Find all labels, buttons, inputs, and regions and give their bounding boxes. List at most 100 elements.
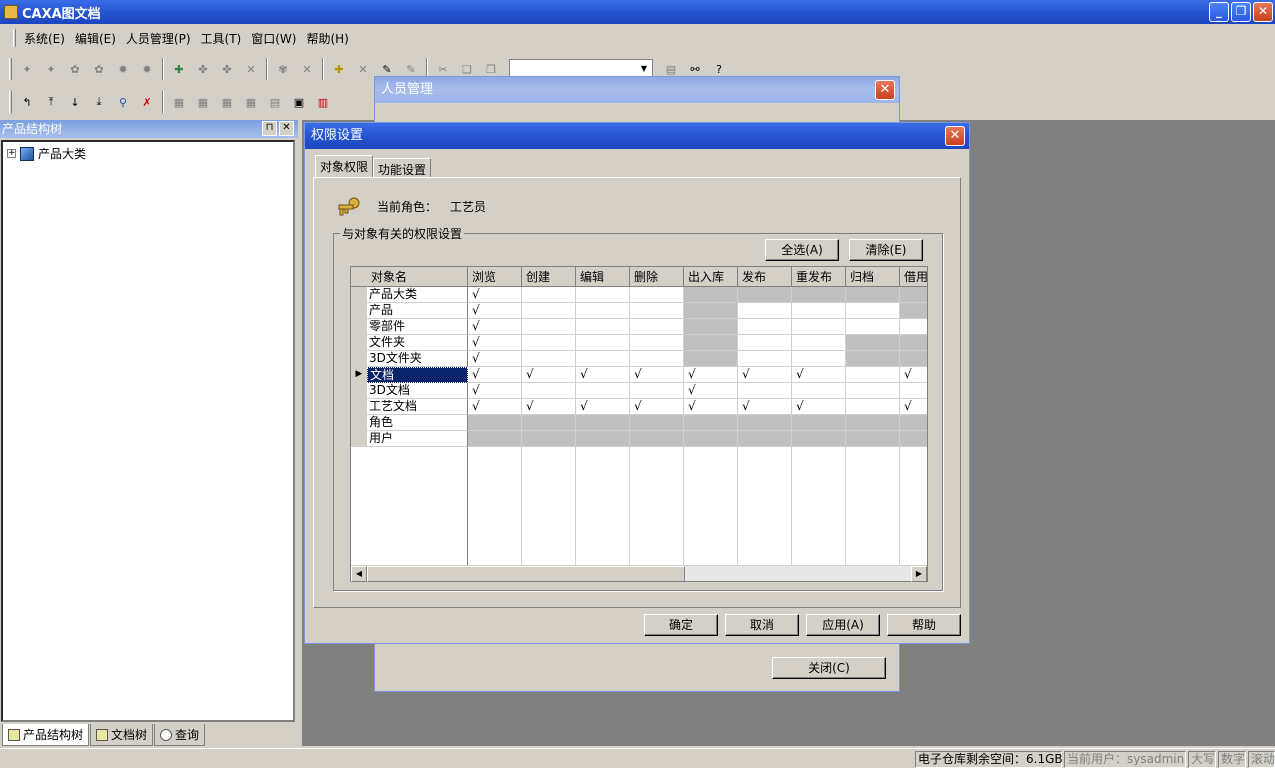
people-dialog-close-icon[interactable]: ✕ xyxy=(875,80,895,100)
grid-cell[interactable] xyxy=(738,303,792,319)
chevron-down-icon[interactable]: ▼ xyxy=(637,61,651,77)
move-bottom-icon[interactable]: ⤓ xyxy=(90,93,108,111)
new-folder-icon[interactable]: ✚ xyxy=(330,60,348,78)
grid-header-col[interactable]: 借用 xyxy=(900,267,927,287)
grid-cell[interactable]: √ xyxy=(630,399,684,415)
grid-cell[interactable]: √ xyxy=(576,367,630,383)
row-header[interactable]: ▶ xyxy=(351,367,367,383)
tool-11-icon[interactable]: ✾ xyxy=(274,60,292,78)
minimize-button[interactable]: _ xyxy=(1209,2,1229,22)
tab-function-settings[interactable]: 功能设置 xyxy=(373,158,432,177)
menu-edit[interactable]: 编辑(E) xyxy=(71,28,120,49)
grid-cell[interactable] xyxy=(738,335,792,351)
tab-object-permission[interactable]: 对象权限 xyxy=(315,155,374,177)
grid-cell[interactable] xyxy=(522,351,576,367)
grid-cell[interactable] xyxy=(576,319,630,335)
product-tree[interactable]: + 产品大类 xyxy=(1,140,295,722)
grid-cell[interactable] xyxy=(522,383,576,399)
grid-cell[interactable]: √ xyxy=(630,367,684,383)
grid-header-col[interactable]: 归档 xyxy=(846,267,900,287)
add-object-icon[interactable]: ✚ xyxy=(170,60,188,78)
grid-cell[interactable] xyxy=(576,335,630,351)
permission-grid[interactable]: 对象名 浏览 创建 编辑 删除 出入库 发布 重发布 归档 借用 产品大类 √ 产品 √ 零部件 √ 文件夹 √… xyxy=(350,266,928,582)
grid-cell[interactable] xyxy=(846,399,900,415)
grid-header-col[interactable]: 浏览 xyxy=(468,267,522,287)
row-header[interactable] xyxy=(351,415,367,431)
grid-cell[interactable] xyxy=(630,351,684,367)
apply-button[interactable]: 应用(A) xyxy=(806,614,880,636)
grid-cell[interactable] xyxy=(792,335,846,351)
unlink-icon[interactable]: ✗ xyxy=(138,93,156,111)
tab-product-tree[interactable]: 产品结构树 xyxy=(2,724,90,746)
close-app-button[interactable]: ✕ xyxy=(1253,2,1273,22)
grid-cell[interactable] xyxy=(522,287,576,303)
tab-query[interactable]: 查询 xyxy=(154,724,206,746)
move-down-icon[interactable]: ↓ xyxy=(66,93,84,111)
row-header[interactable] xyxy=(351,383,367,399)
menu-tools[interactable]: 工具(T) xyxy=(197,28,246,49)
grid-row-name[interactable]: 3D文件夹 xyxy=(367,351,468,367)
restore-button[interactable]: ❐ xyxy=(1231,2,1251,22)
grid-cell[interactable]: √ xyxy=(792,367,846,383)
grid-cell[interactable] xyxy=(630,303,684,319)
panel-close-icon[interactable]: ✕ xyxy=(279,121,294,136)
grid-cell[interactable] xyxy=(792,319,846,335)
grid-cell[interactable] xyxy=(846,367,900,383)
grid-cell[interactable]: √ xyxy=(522,399,576,415)
grid-cell[interactable] xyxy=(576,383,630,399)
grid-cell[interactable]: √ xyxy=(468,367,522,383)
grid-header-col[interactable]: 编辑 xyxy=(576,267,630,287)
row-header[interactable] xyxy=(351,431,367,447)
grid-cell[interactable]: √ xyxy=(738,367,792,383)
grid-header-col[interactable]: 发布 xyxy=(738,267,792,287)
grid-cell[interactable]: √ xyxy=(522,367,576,383)
link-icon[interactable]: ⚲ xyxy=(114,93,132,111)
doc-tool-1-icon[interactable]: ▦ xyxy=(170,93,188,111)
grid-cell[interactable]: √ xyxy=(468,319,522,335)
tool-2-icon[interactable]: ✦ xyxy=(42,60,60,78)
move-top-icon[interactable]: ⤒ xyxy=(42,93,60,111)
grid-cell[interactable]: √ xyxy=(468,335,522,351)
grid-cell[interactable] xyxy=(630,319,684,335)
grid-cell[interactable] xyxy=(522,335,576,351)
tool-8-icon[interactable]: ✤ xyxy=(194,60,212,78)
grid-cell[interactable]: √ xyxy=(684,383,738,399)
grid-cell[interactable]: √ xyxy=(468,287,522,303)
grid-cell[interactable] xyxy=(576,351,630,367)
grid-row-name[interactable]: 角色 xyxy=(367,415,468,431)
grid-horizontal-scrollbar[interactable]: ◀ ▶ xyxy=(351,565,927,582)
tool-5-icon[interactable]: ✹ xyxy=(114,60,132,78)
menu-help[interactable]: 帮助(H) xyxy=(302,28,352,49)
tree-node-root[interactable]: + 产品大类 xyxy=(7,145,86,162)
row-header[interactable] xyxy=(351,287,367,303)
grid-header-name[interactable]: 对象名 xyxy=(351,267,468,287)
tool-3-icon[interactable]: ✿ xyxy=(66,60,84,78)
tool-14-icon[interactable]: ✕ xyxy=(354,60,372,78)
tool-4-icon[interactable]: ✿ xyxy=(90,60,108,78)
grid-cell[interactable] xyxy=(900,383,927,399)
grid-cell[interactable]: √ xyxy=(468,303,522,319)
grid-cell[interactable] xyxy=(792,303,846,319)
grid-cell[interactable]: √ xyxy=(900,399,927,415)
grid-header-col[interactable]: 出入库 xyxy=(684,267,738,287)
help-button[interactable]: 帮助 xyxy=(887,614,961,636)
grid-header-col[interactable]: 删除 xyxy=(630,267,684,287)
grid-cell[interactable] xyxy=(576,287,630,303)
grid-cell[interactable] xyxy=(846,303,900,319)
grid-cell[interactable] xyxy=(630,287,684,303)
ok-button[interactable]: 确定 xyxy=(644,614,718,636)
row-header[interactable] xyxy=(351,335,367,351)
grid-row-name[interactable]: 零部件 xyxy=(367,319,468,335)
doc-tool-4-icon[interactable]: ▦ xyxy=(242,93,260,111)
doc-tool-2-icon[interactable]: ▦ xyxy=(194,93,212,111)
tool-1-icon[interactable]: ✦ xyxy=(18,60,36,78)
grid-cell[interactable] xyxy=(738,319,792,335)
grid-cell[interactable]: √ xyxy=(576,399,630,415)
doc-tool-3-icon[interactable]: ▦ xyxy=(218,93,236,111)
doc-tool-7-icon[interactable]: ▥ xyxy=(314,93,332,111)
tool-6-icon[interactable]: ✹ xyxy=(138,60,156,78)
scroll-right-icon[interactable]: ▶ xyxy=(911,566,927,582)
doc-tool-6-icon[interactable]: ▣ xyxy=(290,93,308,111)
move-up-left-icon[interactable]: ↰ xyxy=(18,93,36,111)
cancel-button[interactable]: 取消 xyxy=(725,614,799,636)
